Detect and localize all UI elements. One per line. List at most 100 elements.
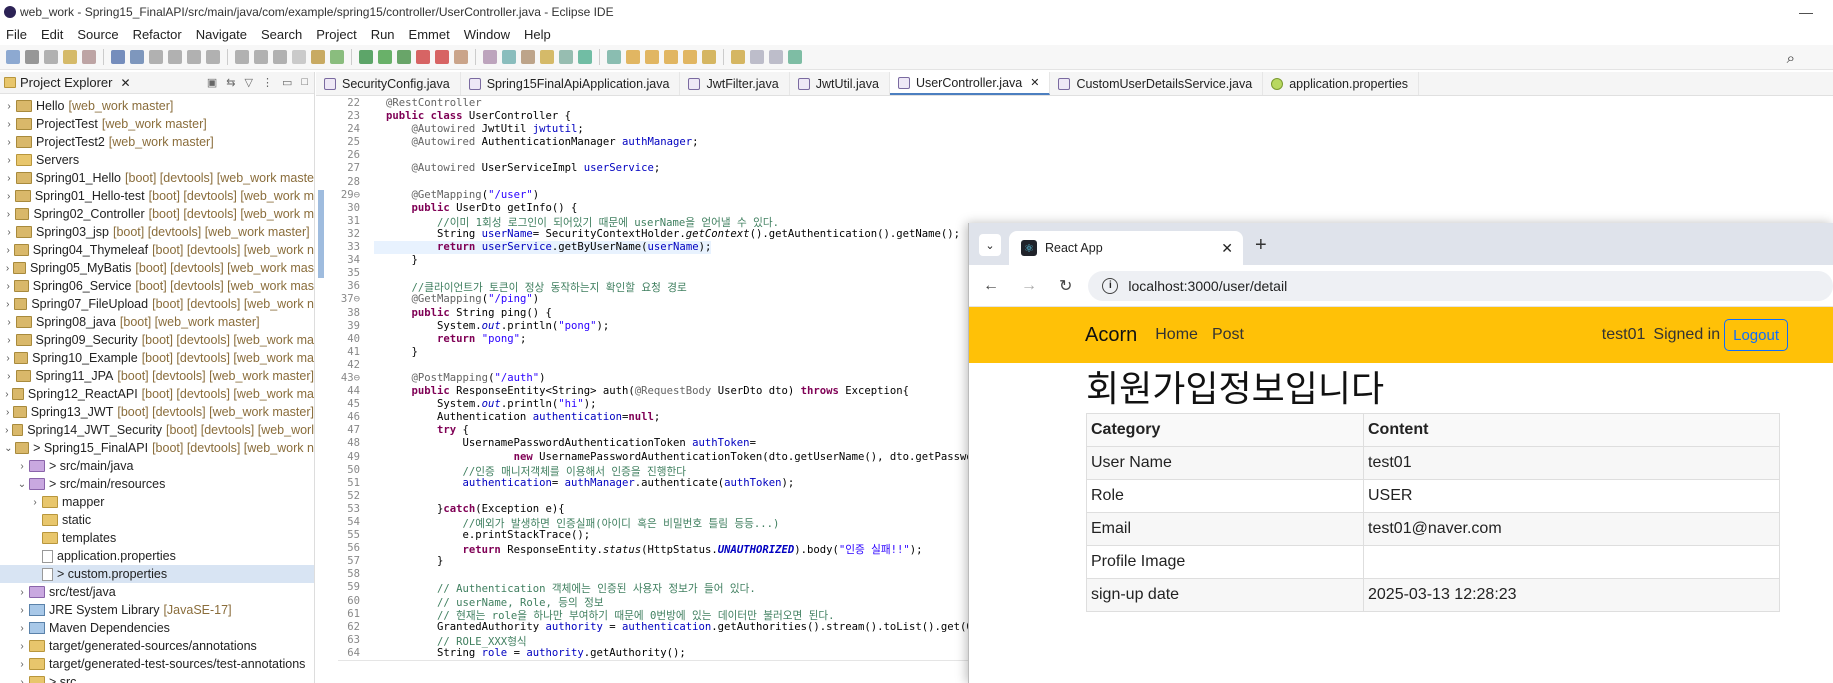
- nav-link-home[interactable]: Home: [1155, 326, 1198, 344]
- tree-item[interactable]: templates: [0, 529, 314, 547]
- toolbar-button-icon[interactable]: [273, 50, 287, 64]
- chevron-right-icon[interactable]: ›: [2, 299, 14, 310]
- menu-item-project[interactable]: Project: [316, 27, 356, 42]
- chevron-right-icon[interactable]: ›: [15, 677, 29, 683]
- toolbar-button-icon[interactable]: [206, 50, 220, 64]
- tree-item[interactable]: › target/generated-test-sources/test-anno…: [0, 655, 314, 673]
- tree-item[interactable]: › Spring12_ReactAPI [boot] [devtools] [web…: [0, 385, 314, 403]
- site-info-icon[interactable]: i: [1102, 277, 1119, 294]
- tree-item[interactable]: › Hello [web_work master]: [0, 97, 314, 115]
- chevron-right-icon[interactable]: ›: [2, 353, 14, 364]
- search-icon[interactable]: ⌕: [1787, 50, 1795, 67]
- chevron-right-icon[interactable]: ›: [2, 245, 14, 256]
- browser-tab[interactable]: ⚛ React App ✕: [1009, 231, 1243, 265]
- brand-link[interactable]: Acorn: [1085, 324, 1137, 347]
- chevron-right-icon[interactable]: ›: [15, 605, 29, 616]
- editor-tab[interactable]: Spring15FinalApiApplication.java: [461, 72, 681, 95]
- tree-item[interactable]: › JRE System Library [JavaSE-17]: [0, 601, 314, 619]
- toolbar-button-icon[interactable]: [130, 50, 144, 64]
- toolbar-button-icon[interactable]: [292, 50, 306, 64]
- tree-item[interactable]: › src/test/java: [0, 583, 314, 601]
- close-icon[interactable]: ✕: [120, 76, 130, 90]
- nav-link-post[interactable]: Post: [1212, 326, 1244, 344]
- chevron-right-icon[interactable]: ›: [2, 227, 16, 238]
- chevron-right-icon[interactable]: ›: [15, 623, 29, 634]
- username-link[interactable]: test01: [1602, 326, 1646, 344]
- chevron-right-icon[interactable]: ›: [2, 281, 14, 292]
- toolbar-button-icon[interactable]: [750, 50, 764, 64]
- address-bar[interactable]: i localhost:3000/user/detail: [1088, 270, 1833, 301]
- chevron-right-icon[interactable]: ›: [2, 209, 15, 220]
- toolbar-button-icon[interactable]: [502, 50, 516, 64]
- tree-item[interactable]: ⌄ > Spring15_FinalAPI [boot] [devtools] [w…: [0, 439, 314, 457]
- chevron-right-icon[interactable]: ›: [2, 191, 15, 202]
- toolbar-button-icon[interactable]: [168, 50, 182, 64]
- menu-item-help[interactable]: Help: [524, 27, 551, 42]
- editor-tab[interactable]: SecurityConfig.java: [316, 72, 461, 95]
- chevron-down-icon[interactable]: ⌄: [2, 443, 15, 454]
- chevron-right-icon[interactable]: ›: [2, 173, 16, 184]
- tree-item[interactable]: › Spring04_Thymeleaf [boot] [devtools] [we…: [0, 241, 314, 259]
- editor-tab[interactable]: JwtUtil.java: [790, 72, 890, 95]
- toolbar-button-icon[interactable]: [664, 50, 678, 64]
- tree-item[interactable]: › > src/main/java: [0, 457, 314, 475]
- toolbar-button-icon[interactable]: [454, 50, 468, 64]
- tree-item[interactable]: › > src: [0, 673, 314, 683]
- editor-tab[interactable]: JwtFilter.java: [680, 72, 790, 95]
- chevron-right-icon[interactable]: ›: [2, 101, 16, 112]
- minimize-view-icon[interactable]: ▭: [282, 76, 292, 89]
- link-editor-icon[interactable]: ⇆: [226, 76, 235, 89]
- menu-item-emmet[interactable]: Emmet: [409, 27, 450, 42]
- maximize-view-icon[interactable]: □: [301, 76, 308, 89]
- editor-tab[interactable]: CustomUserDetailsService.java: [1050, 72, 1264, 95]
- reload-icon[interactable]: ↻: [1059, 276, 1072, 296]
- tree-item[interactable]: › Spring11_JPA [boot] [devtools] [web_work…: [0, 367, 314, 385]
- toolbar-button-icon[interactable]: [254, 50, 268, 64]
- toolbar-button-icon[interactable]: [731, 50, 745, 64]
- chevron-right-icon[interactable]: ›: [2, 407, 13, 418]
- chevron-right-icon[interactable]: ›: [2, 137, 16, 148]
- tree-item[interactable]: › Spring02_Controller [boot] [devtools] [w…: [0, 205, 314, 223]
- toolbar-button-icon[interactable]: [416, 50, 430, 64]
- menu-item-file[interactable]: File: [6, 27, 27, 42]
- back-icon[interactable]: ←: [983, 277, 999, 295]
- tree-item[interactable]: › Spring08_java [boot] [web_work master]: [0, 313, 314, 331]
- toolbar-button-icon[interactable]: [626, 50, 640, 64]
- tree-item[interactable]: › ProjectTest2 [web_work master]: [0, 133, 314, 151]
- toolbar-button-icon[interactable]: [397, 50, 411, 64]
- toolbar-button-icon[interactable]: [607, 50, 621, 64]
- tree-item[interactable]: › ProjectTest [web_work master]: [0, 115, 314, 133]
- toolbar-button-icon[interactable]: [683, 50, 697, 64]
- toolbar-button-icon[interactable]: [82, 50, 96, 64]
- chevron-right-icon[interactable]: ›: [28, 497, 42, 508]
- chevron-right-icon[interactable]: ›: [15, 641, 29, 652]
- menu-item-refactor[interactable]: Refactor: [133, 27, 182, 42]
- tree-item[interactable]: › Spring10_Example [boot] [devtools] [web_…: [0, 349, 314, 367]
- toolbar-button-icon[interactable]: [788, 50, 802, 64]
- horizontal-scrollbar[interactable]: [338, 660, 968, 672]
- menu-item-run[interactable]: Run: [371, 27, 395, 42]
- toolbar-button-icon[interactable]: [435, 50, 449, 64]
- tree-item[interactable]: › Spring05_MyBatis [boot] [devtools] [web_…: [0, 259, 314, 277]
- tree-item[interactable]: application.properties: [0, 547, 314, 565]
- toolbar-button-icon[interactable]: [483, 50, 497, 64]
- tree-item[interactable]: › Maven Dependencies: [0, 619, 314, 637]
- tree-item[interactable]: › Spring14_JWT_Security [boot] [devtools] …: [0, 421, 314, 439]
- tree-item[interactable]: › Spring03_jsp [boot] [devtools] [web_work…: [0, 223, 314, 241]
- toolbar-button-icon[interactable]: [235, 50, 249, 64]
- toolbar-button-icon[interactable]: [559, 50, 573, 64]
- chevron-right-icon[interactable]: ›: [2, 155, 16, 166]
- chevron-right-icon[interactable]: ›: [2, 371, 16, 382]
- tree-item[interactable]: › Spring01_Hello-test [boot] [devtools] [w…: [0, 187, 314, 205]
- view-menu-icon[interactable]: ⋮: [262, 76, 273, 89]
- menu-item-search[interactable]: Search: [261, 27, 302, 42]
- close-tab-icon[interactable]: ✕: [1221, 240, 1233, 257]
- tab-search-icon[interactable]: ⌄: [979, 234, 1001, 256]
- editor-tab[interactable]: application.properties: [1263, 72, 1420, 95]
- tree-item[interactable]: static: [0, 511, 314, 529]
- toolbar-button-icon[interactable]: [769, 50, 783, 64]
- chevron-right-icon[interactable]: ›: [2, 425, 12, 436]
- menu-item-edit[interactable]: Edit: [41, 27, 63, 42]
- chevron-right-icon[interactable]: ›: [15, 659, 29, 670]
- menu-item-window[interactable]: Window: [464, 27, 510, 42]
